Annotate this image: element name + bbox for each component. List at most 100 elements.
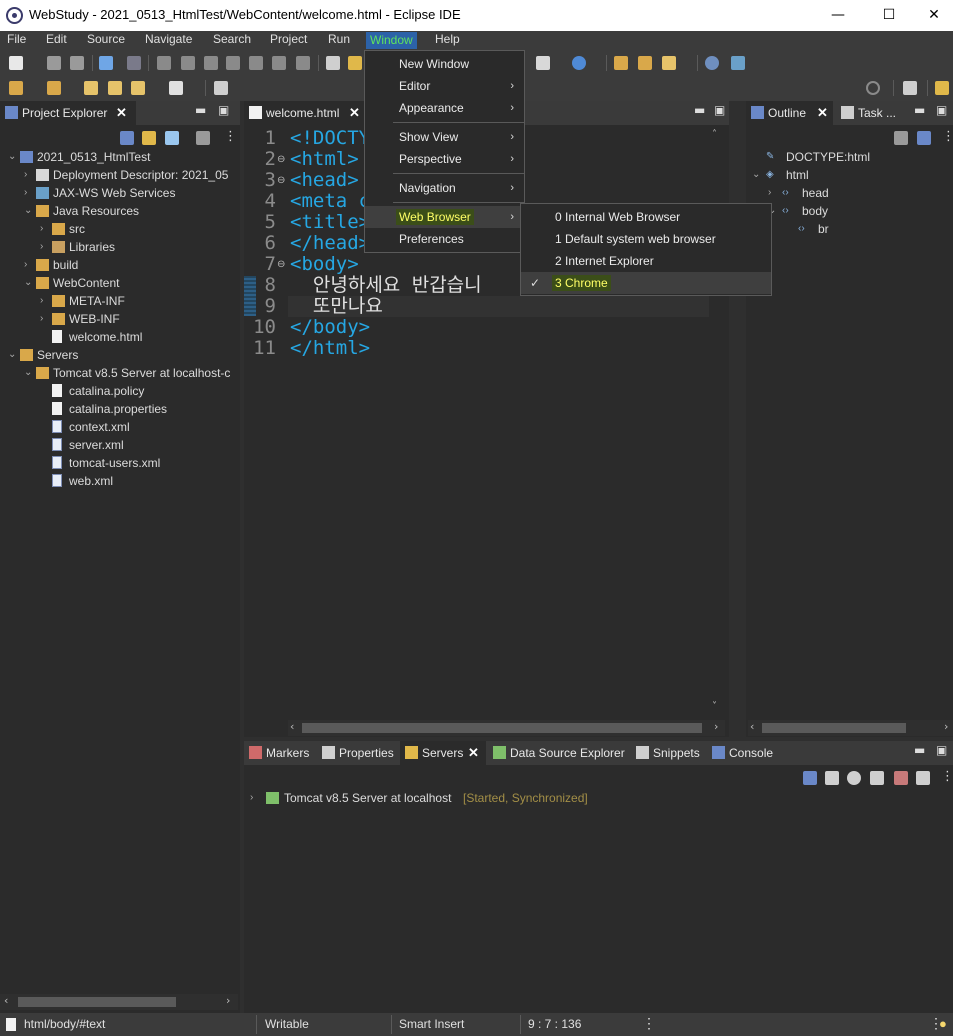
- menu-item-web-browser[interactable]: Web Browser ›: [365, 206, 524, 228]
- tree-item[interactable]: ⌄ 2021_0513_HtmlTest: [0, 148, 240, 166]
- open-folder-icon[interactable]: [614, 56, 628, 70]
- debug-server-icon[interactable]: [825, 771, 839, 785]
- maximize-icon[interactable]: ▣: [936, 103, 947, 117]
- pin-editor-icon[interactable]: [214, 81, 228, 95]
- collapse-all-icon[interactable]: [917, 131, 931, 145]
- link-icon[interactable]: [348, 56, 362, 70]
- tree-item[interactable]: › Libraries: [0, 238, 240, 256]
- menu-item-editor[interactable]: Editor ›: [365, 75, 524, 97]
- outline-item[interactable]: ⌄ ◈ html: [746, 166, 953, 184]
- tree-item[interactable]: › build: [0, 256, 240, 274]
- expand-icon[interactable]: ›: [40, 220, 43, 238]
- close-tab-icon[interactable]: ✕: [817, 101, 828, 125]
- terminal-icon[interactable]: [99, 56, 113, 70]
- tree-item[interactable]: ⌄ Java Resources: [0, 202, 240, 220]
- outline-item[interactable]: ‹› br: [746, 220, 953, 238]
- tree-item[interactable]: › src: [0, 220, 240, 238]
- step-over-icon[interactable]: [272, 56, 286, 70]
- menu-file[interactable]: File: [7, 32, 26, 46]
- web-service-icon[interactable]: [731, 56, 745, 70]
- collapse-all-icon[interactable]: [803, 771, 817, 785]
- menu-run[interactable]: Run: [328, 32, 350, 46]
- tab-servers[interactable]: Servers ✕: [400, 741, 486, 765]
- profile-server-icon[interactable]: [870, 771, 884, 785]
- collapse-all-icon[interactable]: [120, 131, 134, 145]
- import-icon[interactable]: [9, 81, 23, 95]
- outline-item[interactable]: ✎ DOCTYPE:html: [746, 148, 953, 166]
- close-tab-icon[interactable]: ✕: [468, 741, 479, 765]
- skip-breakpoints-icon[interactable]: [127, 56, 141, 70]
- new-server-icon[interactable]: [536, 56, 550, 70]
- jee-perspective-icon[interactable]: [935, 81, 949, 95]
- menu-help[interactable]: Help: [435, 32, 460, 46]
- tab-properties[interactable]: Properties: [317, 741, 397, 765]
- tree-item[interactable]: tomcat-users.xml: [0, 454, 240, 472]
- new-icon[interactable]: [9, 56, 23, 70]
- outline-item[interactable]: ⌄ ‹› body: [746, 202, 953, 220]
- tab-outline[interactable]: Outline ✕: [746, 101, 833, 125]
- expand-icon[interactable]: ›: [250, 789, 253, 807]
- resume-icon[interactable]: [157, 56, 171, 70]
- menu-navigate[interactable]: Navigate: [145, 32, 192, 46]
- tree-item[interactable]: server.xml: [0, 436, 240, 454]
- tab-console[interactable]: Console: [707, 741, 777, 765]
- start-server-icon[interactable]: [847, 771, 861, 785]
- tree-item[interactable]: › JAX-WS Web Services: [0, 184, 240, 202]
- more-options-icon[interactable]: ⋮: [942, 129, 953, 144]
- submenu-item-internet-explorer[interactable]: 2 Internet Explorer: [521, 250, 771, 272]
- tree-item[interactable]: ⌄ WebContent: [0, 274, 240, 292]
- tree-item[interactable]: › META-INF: [0, 292, 240, 310]
- fold-toggle-icon[interactable]: ⊖: [277, 255, 285, 275]
- terminate-icon[interactable]: [204, 56, 218, 70]
- tab-data-source-explorer[interactable]: Data Source Explorer: [488, 741, 628, 765]
- submenu-item-default-browser[interactable]: 1 Default system web browser: [521, 228, 771, 250]
- run-server-icon[interactable]: [572, 56, 586, 70]
- open-type-icon[interactable]: [638, 56, 652, 70]
- tree-item[interactable]: catalina.policy: [0, 382, 240, 400]
- sort-icon[interactable]: [894, 131, 908, 145]
- expand-icon[interactable]: ›: [24, 256, 27, 274]
- open-task-icon[interactable]: [326, 56, 340, 70]
- minimize-icon[interactable]: ▬: [195, 103, 206, 117]
- menu-source[interactable]: Source: [87, 32, 125, 46]
- search-icon[interactable]: [866, 81, 880, 95]
- status-more-icon[interactable]: ⋮: [642, 1015, 656, 1032]
- minimize-icon[interactable]: ▬: [694, 103, 705, 117]
- maximize-icon[interactable]: ▣: [714, 103, 725, 117]
- pencil-icon[interactable]: [662, 56, 676, 70]
- expand-icon[interactable]: ›: [24, 166, 27, 184]
- back-icon[interactable]: [131, 81, 145, 95]
- stop-server-icon[interactable]: [894, 771, 908, 785]
- menu-item-navigation[interactable]: Navigation ›: [365, 177, 524, 199]
- fold-toggle-icon[interactable]: ⊖: [277, 150, 285, 170]
- tree-item[interactable]: welcome.html: [0, 328, 240, 346]
- more-options-icon[interactable]: ⋮: [224, 129, 237, 144]
- disconnect-icon[interactable]: [226, 56, 240, 70]
- expand-icon[interactable]: ›: [768, 184, 771, 202]
- link-editor-icon[interactable]: [142, 131, 156, 145]
- forward-icon[interactable]: [169, 81, 183, 95]
- suspend-icon[interactable]: [181, 56, 195, 70]
- collapse-icon[interactable]: ⌄: [8, 148, 16, 166]
- maximize-icon[interactable]: ▣: [218, 103, 229, 117]
- view-menu-icon[interactable]: [196, 131, 210, 145]
- collapse-icon[interactable]: ⌄: [8, 346, 16, 364]
- tree-item[interactable]: web.xml: [0, 472, 240, 490]
- collapse-icon[interactable]: ⌄: [24, 202, 32, 220]
- menu-item-show-view[interactable]: Show View ›: [365, 126, 524, 148]
- more-options-icon[interactable]: ⋮: [941, 769, 953, 784]
- outline-horizontal-scrollbar[interactable]: ‹ ›: [748, 720, 953, 736]
- tab-markers[interactable]: Markers: [244, 741, 314, 765]
- save-icon[interactable]: [47, 56, 61, 70]
- tree-item[interactable]: ⌄ Tomcat v8.5 Server at localhost-c: [0, 364, 240, 382]
- tree-item[interactable]: ⌄ Servers: [0, 346, 240, 364]
- maximize-icon[interactable]: ▣: [936, 743, 947, 757]
- menu-project[interactable]: Project: [270, 32, 307, 46]
- tree-item[interactable]: › WEB-INF: [0, 310, 240, 328]
- collapse-icon[interactable]: ⌄: [752, 166, 760, 184]
- menu-item-perspective[interactable]: Perspective ›: [365, 148, 524, 170]
- expand-icon[interactable]: ›: [40, 238, 43, 256]
- outline-item[interactable]: › ‹› head: [746, 184, 953, 202]
- menu-item-new-window[interactable]: New Window: [365, 53, 524, 75]
- maximize-button[interactable]: ☐: [866, 0, 912, 31]
